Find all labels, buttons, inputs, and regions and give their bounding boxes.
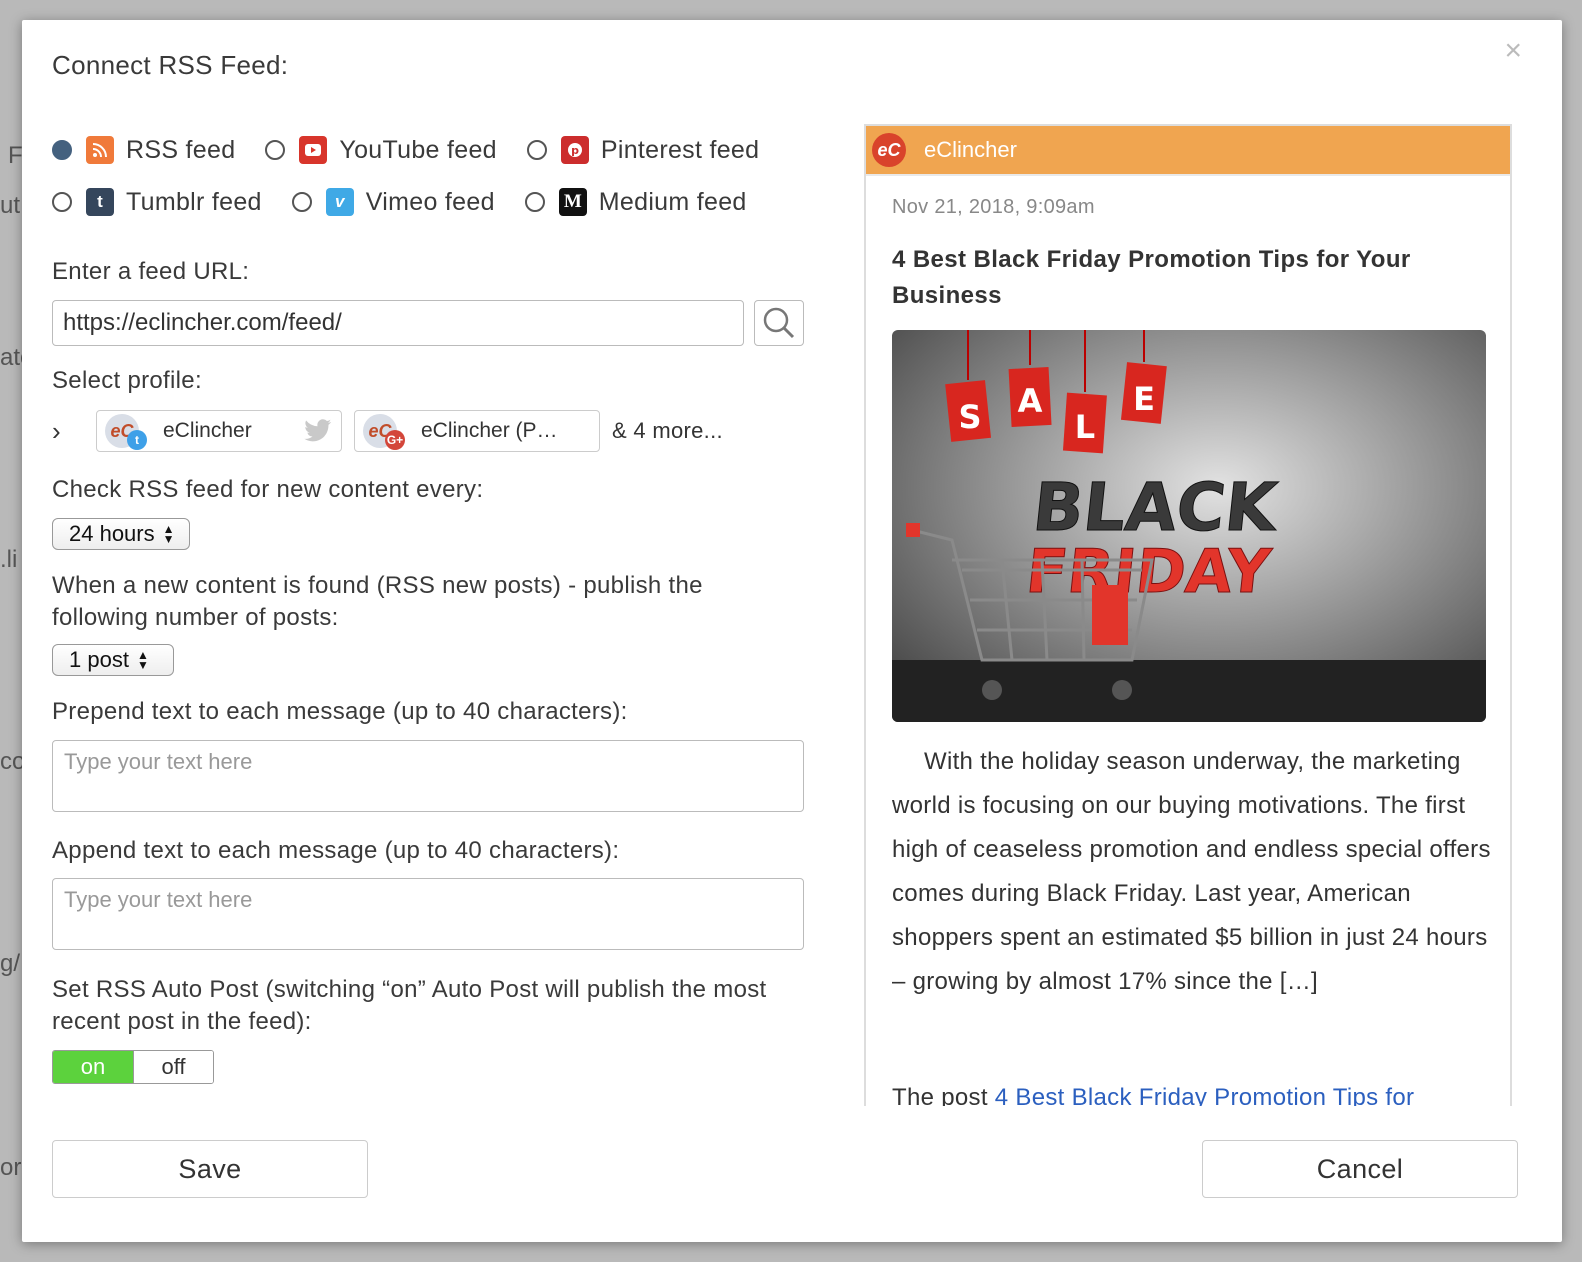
append-label: Append text to each message (up to 40 ch…	[52, 837, 620, 864]
preview-title: 4 Best Black Friday Promotion Tips for Y…	[892, 246, 1411, 309]
pinterest-icon: p	[560, 136, 589, 164]
feed-label: YouTube feed	[339, 135, 497, 164]
bg-fragment: or	[0, 1154, 22, 1181]
cancel-button[interactable]: Cancel	[1202, 1140, 1518, 1198]
google-plus-badge-icon: G+	[385, 430, 405, 450]
feed-option-pinterest[interactable]: p Pinterest feed	[526, 135, 760, 165]
url-label: Enter a feed URL:	[52, 258, 250, 285]
connect-rss-dialog: × Connect RSS Feed: RSS feed YouTube fee…	[22, 20, 1562, 1242]
close-icon[interactable]: ×	[1504, 34, 1522, 68]
preview-date: Nov 21, 2018, 9:09am	[892, 196, 1095, 218]
feed-option-vimeo[interactable]: v Vimeo feed	[291, 187, 495, 217]
posts-value: 1 post	[69, 647, 129, 672]
feed-option-medium[interactable]: M Medium feed	[524, 187, 747, 217]
feed-label: RSS feed	[126, 135, 236, 164]
profile-chip[interactable]: eC t eClincher	[96, 410, 342, 452]
toggle-on[interactable]: on	[53, 1051, 133, 1083]
radio-pinterest[interactable]	[526, 140, 547, 160]
radio-tumblr[interactable]	[52, 192, 72, 212]
frequency-value: 24 hours	[69, 521, 155, 546]
rss-icon	[86, 136, 114, 164]
toggle-off[interactable]: off	[133, 1051, 213, 1083]
preview-source: eClincher	[924, 137, 1017, 162]
preview-header: eC eClincher	[866, 126, 1510, 176]
chevron-right-icon[interactable]: ›	[52, 416, 82, 447]
feed-label: Tumblr feed	[126, 187, 262, 216]
feed-label: Medium feed	[598, 187, 747, 216]
bg-fragment: g/	[0, 950, 21, 977]
radio-medium[interactable]	[524, 192, 545, 212]
feed-preview: eC eClincher Nov 21, 2018, 9:09am 4 Best…	[864, 124, 1512, 1106]
feed-option-rss[interactable]: RSS feed	[52, 136, 235, 165]
prepend-label: Prepend text to each message (up to 40 c…	[52, 698, 628, 725]
posts-label: When a new content is found (RSS new pos…	[52, 572, 703, 631]
twitter-icon	[304, 419, 332, 442]
save-button[interactable]: Save	[52, 1140, 368, 1198]
posts-select[interactable]: 1 post ▲ ▼	[52, 644, 174, 676]
autopost-toggle[interactable]: on off	[52, 1050, 214, 1084]
avatar: eC G+	[363, 414, 405, 450]
autopost-label: Set RSS Auto Post (switching “on” Auto P…	[52, 976, 767, 1035]
bg-fragment: .li	[0, 546, 18, 573]
prepend-textarea[interactable]: Type your text here	[52, 740, 804, 812]
frequency-label: Check RSS feed for new content every:	[52, 476, 484, 503]
preview-post-line: The post 4 Best Black Friday Promotion T…	[892, 1084, 1414, 1106]
radio-rss[interactable]	[52, 140, 72, 160]
profile-name: eClincher (P…	[421, 419, 558, 442]
image-letter: A	[1018, 382, 1043, 420]
profile-name: eClincher	[163, 419, 252, 442]
profile-selector: › eC t eClincher eC G+ eClincher (P… & 4…	[52, 410, 723, 452]
select-arrows-icon: ▲ ▼	[136, 648, 149, 672]
twitter-badge-icon: t	[127, 430, 147, 450]
more-profiles-link[interactable]: & 4 more...	[612, 418, 723, 444]
feed-type-options: RSS feed YouTube feed p Pinterest feed t	[52, 124, 812, 228]
profile-chip[interactable]: eC G+ eClincher (P…	[354, 410, 600, 452]
feed-label: Pinterest feed	[600, 135, 760, 164]
medium-icon: M	[558, 188, 587, 216]
image-letter: S	[958, 398, 981, 436]
bg-fragment: ut	[0, 192, 21, 219]
search-button[interactable]	[754, 300, 804, 346]
avatar: eC t	[105, 414, 147, 450]
profile-label: Select profile:	[52, 367, 202, 394]
frequency-select[interactable]: 24 hours ▲ ▼	[52, 518, 190, 550]
post-prefix: The post	[892, 1084, 995, 1106]
feed-url-input[interactable]: https://eclincher.com/feed/	[52, 300, 744, 346]
radio-youtube[interactable]	[265, 140, 286, 160]
dialog-title: Connect RSS Feed:	[52, 50, 289, 80]
select-arrows-icon: ▲ ▼	[162, 522, 175, 546]
radio-vimeo[interactable]	[291, 192, 312, 212]
preview-image: S A L E BLACK FRIDAY	[892, 330, 1486, 722]
feed-label: Vimeo feed	[365, 187, 495, 216]
eclincher-logo-icon: eC	[872, 133, 906, 167]
feed-option-youtube[interactable]: YouTube feed	[265, 135, 497, 165]
svg-text:p: p	[571, 144, 579, 157]
bg-fragment: F	[8, 142, 23, 169]
youtube-icon	[299, 136, 328, 164]
preview-body: With the holiday season underway, the ma…	[892, 748, 1491, 995]
feed-option-tumblr[interactable]: t Tumblr feed	[52, 188, 262, 217]
append-textarea[interactable]: Type your text here	[52, 878, 804, 950]
image-letter: E	[1133, 380, 1155, 418]
post-link[interactable]: 4 Best Black Friday Promotion Tips for	[995, 1084, 1415, 1106]
tumblr-icon: t	[86, 188, 114, 216]
image-black-text: BLACK	[1029, 469, 1283, 546]
search-icon	[763, 307, 795, 339]
vimeo-icon: v	[325, 188, 354, 216]
image-letter: L	[1075, 408, 1095, 446]
